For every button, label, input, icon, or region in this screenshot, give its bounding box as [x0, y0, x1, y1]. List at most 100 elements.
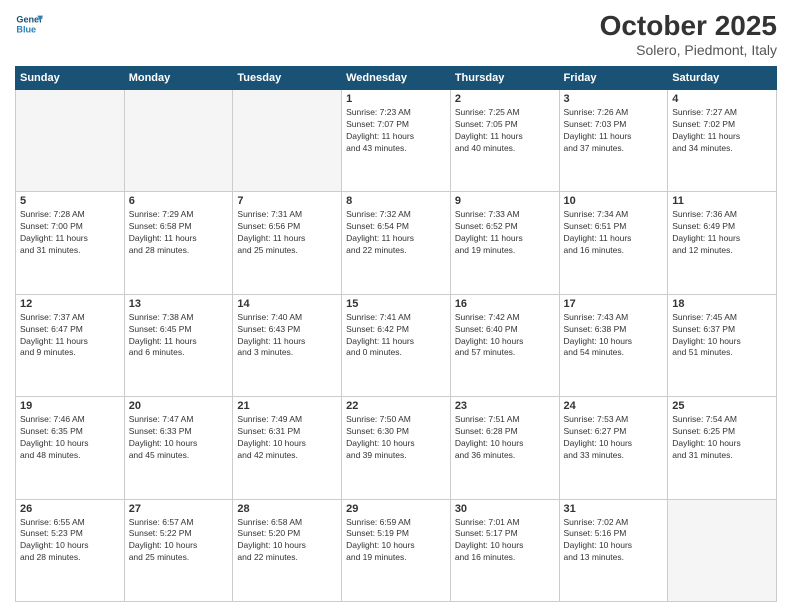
day-info-w2-d2: Sunrise: 7:40 AM Sunset: 6:43 PM Dayligh… — [237, 312, 337, 360]
day-number-w1-d0: 5 — [20, 195, 120, 207]
day-info-w2-d5: Sunrise: 7:43 AM Sunset: 6:38 PM Dayligh… — [564, 312, 664, 360]
day-number-w0-d3: 1 — [346, 93, 446, 105]
week-row-0: 1 Sunrise: 7:23 AM Sunset: 7:07 PM Daylig… — [16, 90, 777, 192]
day-info-w4-d4: Sunrise: 7:01 AM Sunset: 5:17 PM Dayligh… — [455, 517, 555, 565]
calendar-cell-w4-d3: 29 Sunrise: 6:59 AM Sunset: 5:19 PM Dayli… — [342, 499, 451, 601]
calendar-cell-w2-d0: 12 Sunrise: 7:37 AM Sunset: 6:47 PM Dayli… — [16, 294, 125, 396]
title-block: October 2025 Solero, Piedmont, Italy — [600, 10, 777, 58]
day-info-w3-d3: Sunrise: 7:50 AM Sunset: 6:30 PM Dayligh… — [346, 414, 446, 462]
calendar-cell-w4-d1: 27 Sunrise: 6:57 AM Sunset: 5:22 PM Dayli… — [124, 499, 233, 601]
calendar-cell-w0-d6: 4Sunrise: 7:27 AM Sunset: 7:02 PM Daylig… — [668, 90, 777, 192]
calendar-cell-w2-d4: 16 Sunrise: 7:42 AM Sunset: 6:40 PM Dayli… — [450, 294, 559, 396]
header-saturday: Saturday — [668, 67, 777, 90]
calendar-cell-w0-d3: 1 Sunrise: 7:23 AM Sunset: 7:07 PM Daylig… — [342, 90, 451, 192]
calendar-cell-w1-d0: 5 Sunrise: 7:28 AM Sunset: 7:00 PM Daylig… — [16, 192, 125, 294]
calendar-cell-w0-d2 — [233, 90, 342, 192]
day-number-w4-d3: 29 — [346, 503, 446, 515]
day-info-w1-d5: Sunrise: 7:34 AM Sunset: 6:51 PM Dayligh… — [564, 209, 664, 257]
day-info-w2-d4: Sunrise: 7:42 AM Sunset: 6:40 PM Dayligh… — [455, 312, 555, 360]
day-info-w1-d0: Sunrise: 7:28 AM Sunset: 7:00 PM Dayligh… — [20, 209, 120, 257]
logo: General Blue — [15, 10, 43, 38]
day-info-w2-d3: Sunrise: 7:41 AM Sunset: 6:42 PM Dayligh… — [346, 312, 446, 360]
day-number-w1-d2: 7 — [237, 195, 337, 207]
day-info-w3-d4: Sunrise: 7:51 AM Sunset: 6:28 PM Dayligh… — [455, 414, 555, 462]
header-thursday: Thursday — [450, 67, 559, 90]
calendar-cell-w2-d6: 18 Sunrise: 7:45 AM Sunset: 6:37 PM Dayli… — [668, 294, 777, 396]
calendar-body: 1 Sunrise: 7:23 AM Sunset: 7:07 PM Daylig… — [16, 90, 777, 602]
calendar-cell-w1-d6: 11 Sunrise: 7:36 AM Sunset: 6:49 PM Dayli… — [668, 192, 777, 294]
day-number-w2-d6: 18 — [672, 298, 772, 310]
calendar-cell-w4-d0: 26 Sunrise: 6:55 AM Sunset: 5:23 PM Dayli… — [16, 499, 125, 601]
calendar-cell-w0-d5: 3Sunrise: 7:26 AM Sunset: 7:03 PM Daylig… — [559, 90, 668, 192]
header-friday: Friday — [559, 67, 668, 90]
day-info-w3-d5: Sunrise: 7:53 AM Sunset: 6:27 PM Dayligh… — [564, 414, 664, 462]
day-number-w0-d4: 2 — [455, 93, 555, 105]
day-number-w3-d6: 25 — [672, 400, 772, 412]
calendar-cell-w3-d3: 22 Sunrise: 7:50 AM Sunset: 6:30 PM Dayli… — [342, 397, 451, 499]
day-info-w4-d5: Sunrise: 7:02 AM Sunset: 5:16 PM Dayligh… — [564, 517, 664, 565]
day-info-w4-d2: Sunrise: 6:58 AM Sunset: 5:20 PM Dayligh… — [237, 517, 337, 565]
day-number-w1-d5: 10 — [564, 195, 664, 207]
day-number-w2-d3: 15 — [346, 298, 446, 310]
calendar-cell-w1-d1: 6Sunrise: 7:29 AM Sunset: 6:58 PM Daylig… — [124, 192, 233, 294]
day-number-w3-d1: 20 — [129, 400, 229, 412]
day-info-w1-d1: Sunrise: 7:29 AM Sunset: 6:58 PM Dayligh… — [129, 209, 229, 257]
logo-icon: General Blue — [15, 10, 43, 38]
calendar-cell-w1-d4: 9Sunrise: 7:33 AM Sunset: 6:52 PM Daylig… — [450, 192, 559, 294]
calendar-cell-w2-d5: 17Sunrise: 7:43 AM Sunset: 6:38 PM Dayli… — [559, 294, 668, 396]
day-number-w4-d1: 27 — [129, 503, 229, 515]
month-title: October 2025 — [600, 10, 777, 42]
calendar-cell-w1-d5: 10 Sunrise: 7:34 AM Sunset: 6:51 PM Dayli… — [559, 192, 668, 294]
calendar-cell-w3-d4: 23Sunrise: 7:51 AM Sunset: 6:28 PM Dayli… — [450, 397, 559, 499]
calendar-cell-w0-d1 — [124, 90, 233, 192]
calendar-cell-w3-d0: 19 Sunrise: 7:46 AM Sunset: 6:35 PM Dayli… — [16, 397, 125, 499]
calendar-cell-w4-d6 — [668, 499, 777, 601]
day-number-w1-d6: 11 — [672, 195, 772, 207]
calendar-cell-w3-d2: 21 Sunrise: 7:49 AM Sunset: 6:31 PM Dayli… — [233, 397, 342, 499]
day-info-w0-d6: Sunrise: 7:27 AM Sunset: 7:02 PM Dayligh… — [672, 107, 772, 155]
location: Solero, Piedmont, Italy — [600, 42, 777, 58]
header-sunday: Sunday — [16, 67, 125, 90]
day-info-w3-d6: Sunrise: 7:54 AM Sunset: 6:25 PM Dayligh… — [672, 414, 772, 462]
svg-text:Blue: Blue — [16, 24, 36, 34]
day-number-w4-d4: 30 — [455, 503, 555, 515]
day-info-w2-d1: Sunrise: 7:38 AM Sunset: 6:45 PM Dayligh… — [129, 312, 229, 360]
calendar-cell-w3-d1: 20Sunrise: 7:47 AM Sunset: 6:33 PM Dayli… — [124, 397, 233, 499]
day-info-w0-d5: Sunrise: 7:26 AM Sunset: 7:03 PM Dayligh… — [564, 107, 664, 155]
day-info-w3-d0: Sunrise: 7:46 AM Sunset: 6:35 PM Dayligh… — [20, 414, 120, 462]
day-info-w4-d1: Sunrise: 6:57 AM Sunset: 5:22 PM Dayligh… — [129, 517, 229, 565]
day-number-w3-d3: 22 — [346, 400, 446, 412]
header-tuesday: Tuesday — [233, 67, 342, 90]
day-info-w4-d3: Sunrise: 6:59 AM Sunset: 5:19 PM Dayligh… — [346, 517, 446, 565]
calendar-cell-w1-d3: 8Sunrise: 7:32 AM Sunset: 6:54 PM Daylig… — [342, 192, 451, 294]
day-number-w2-d0: 12 — [20, 298, 120, 310]
day-number-w3-d5: 24 — [564, 400, 664, 412]
calendar-table: Sunday Monday Tuesday Wednesday Thursday… — [15, 66, 777, 602]
calendar-cell-w2-d1: 13Sunrise: 7:38 AM Sunset: 6:45 PM Dayli… — [124, 294, 233, 396]
header: General Blue October 2025 Solero, Piedmo… — [15, 10, 777, 58]
day-info-w2-d6: Sunrise: 7:45 AM Sunset: 6:37 PM Dayligh… — [672, 312, 772, 360]
day-number-w4-d5: 31 — [564, 503, 664, 515]
week-row-2: 12 Sunrise: 7:37 AM Sunset: 6:47 PM Dayli… — [16, 294, 777, 396]
day-number-w1-d4: 9 — [455, 195, 555, 207]
day-info-w0-d4: Sunrise: 7:25 AM Sunset: 7:05 PM Dayligh… — [455, 107, 555, 155]
day-info-w3-d2: Sunrise: 7:49 AM Sunset: 6:31 PM Dayligh… — [237, 414, 337, 462]
days-header-row: Sunday Monday Tuesday Wednesday Thursday… — [16, 67, 777, 90]
week-row-3: 19 Sunrise: 7:46 AM Sunset: 6:35 PM Dayli… — [16, 397, 777, 499]
day-number-w4-d2: 28 — [237, 503, 337, 515]
calendar-cell-w4-d2: 28 Sunrise: 6:58 AM Sunset: 5:20 PM Dayli… — [233, 499, 342, 601]
day-number-w1-d3: 8 — [346, 195, 446, 207]
day-number-w3-d2: 21 — [237, 400, 337, 412]
calendar-cell-w3-d6: 25 Sunrise: 7:54 AM Sunset: 6:25 PM Dayli… — [668, 397, 777, 499]
day-number-w4-d0: 26 — [20, 503, 120, 515]
day-number-w3-d0: 19 — [20, 400, 120, 412]
calendar-cell-w3-d5: 24 Sunrise: 7:53 AM Sunset: 6:27 PM Dayli… — [559, 397, 668, 499]
day-info-w1-d6: Sunrise: 7:36 AM Sunset: 6:49 PM Dayligh… — [672, 209, 772, 257]
day-info-w2-d0: Sunrise: 7:37 AM Sunset: 6:47 PM Dayligh… — [20, 312, 120, 360]
calendar-cell-w2-d2: 14Sunrise: 7:40 AM Sunset: 6:43 PM Dayli… — [233, 294, 342, 396]
day-number-w2-d4: 16 — [455, 298, 555, 310]
day-info-w4-d0: Sunrise: 6:55 AM Sunset: 5:23 PM Dayligh… — [20, 517, 120, 565]
day-info-w0-d3: Sunrise: 7:23 AM Sunset: 7:07 PM Dayligh… — [346, 107, 446, 155]
header-wednesday: Wednesday — [342, 67, 451, 90]
page: General Blue October 2025 Solero, Piedmo… — [0, 0, 792, 612]
